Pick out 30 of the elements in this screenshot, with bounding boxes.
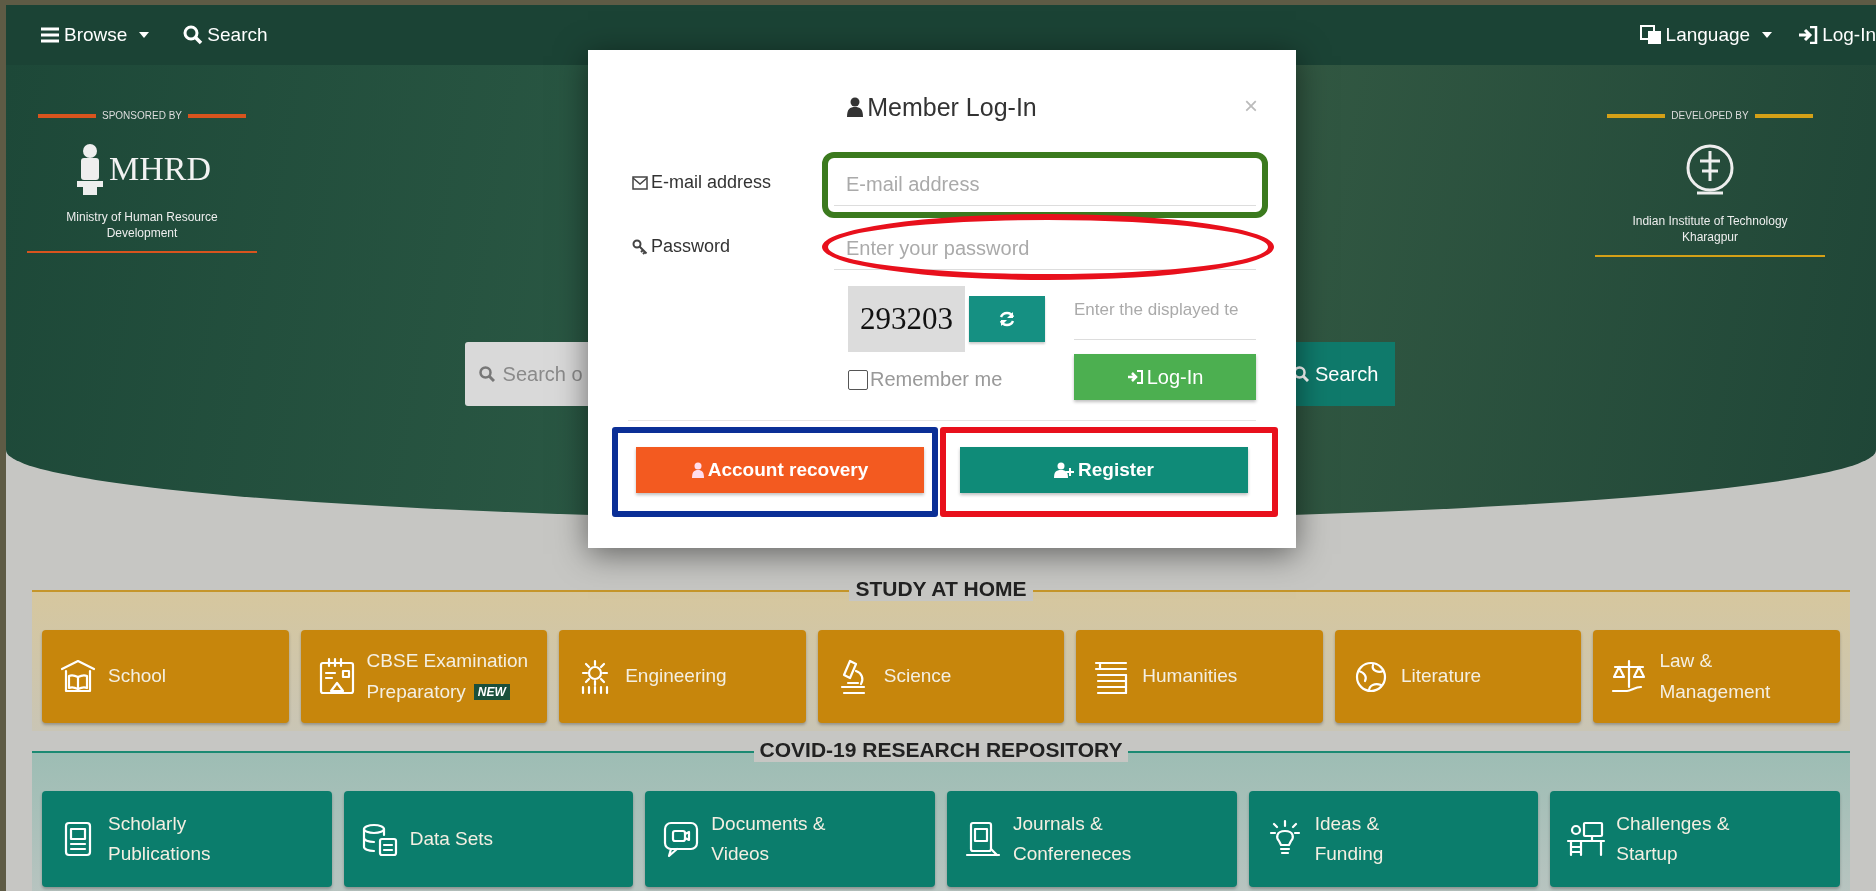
tile-label: Data Sets [409,826,494,851]
tile-label: Startup [1616,842,1678,866]
dialog-title: Member Log-In [847,92,1037,122]
tile-label: Engineering [625,664,727,689]
developer-name: Indian Institute of Technology Kharagpur [1631,213,1789,246]
email-label: E-mail address [628,164,834,193]
sponsor-name: Ministry of Human Resource Development [65,209,219,242]
tile-label: Challenges & [1616,811,1730,836]
password-label: Password [628,228,834,257]
tile-label: CBSE Examination [366,649,529,674]
tile-label: Funding [1314,842,1384,866]
logo-text: MHRD [109,150,211,188]
tile-label: Confereneces [1013,842,1132,866]
sponsor-caption: SPONSORED BY [102,110,182,121]
tile-label: Videos [711,842,770,866]
tile-label: Documents & [711,811,826,836]
tile-label: Scholarly [108,811,187,836]
tile-label: Law & [1659,649,1713,674]
tile-label: Management [1659,679,1771,704]
captcha-image: 293203 [848,286,965,352]
tile-label: Humanities [1142,664,1238,689]
tile-label: Literature [1400,664,1482,689]
tile-label: Science [883,664,952,689]
tile-label: Ideas & [1314,811,1380,836]
tile-label: Journals & [1013,811,1103,836]
tile-label: School [108,664,167,689]
tile-label: Publications [108,842,211,866]
developer-caption: DEVELOPED BY [1671,110,1749,121]
tile-label: Preparatory [366,679,466,704]
new-badge: NEW [473,683,510,700]
